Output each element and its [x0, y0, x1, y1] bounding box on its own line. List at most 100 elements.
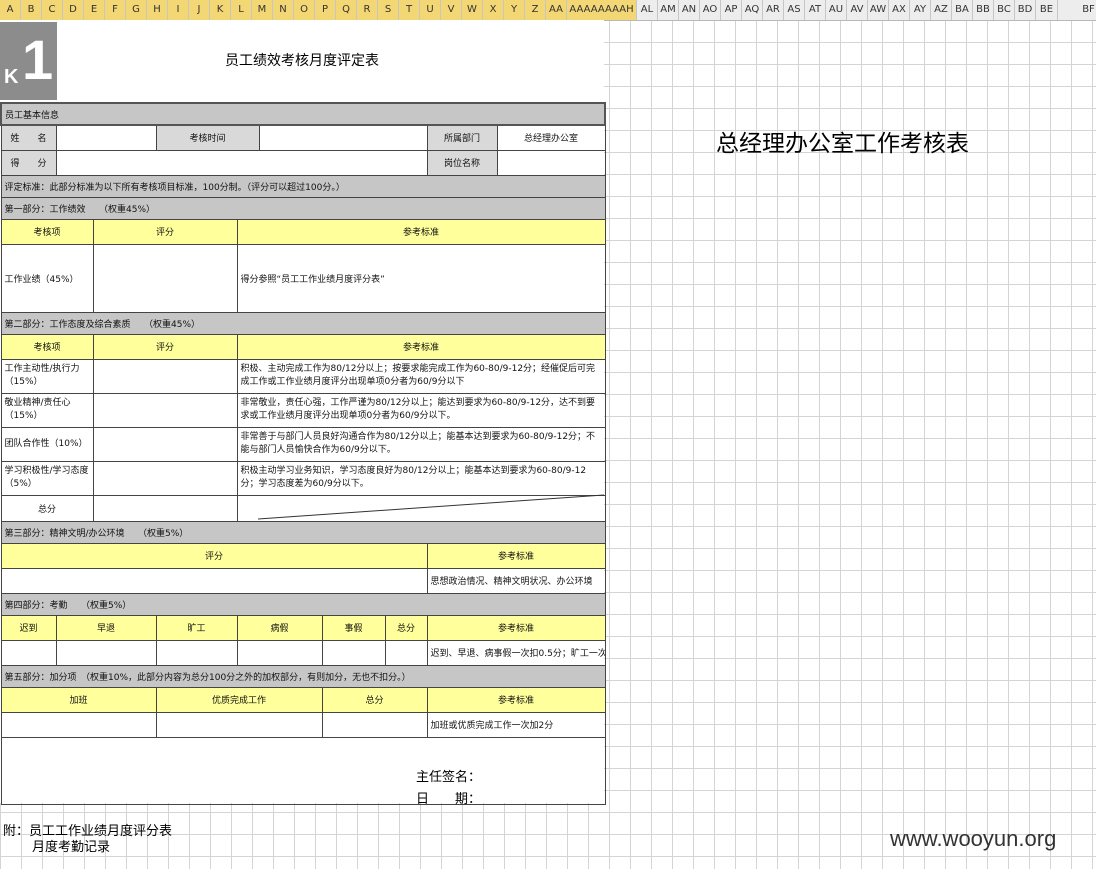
column-header-x[interactable]: X: [483, 0, 504, 20]
column-header-r[interactable]: R: [357, 0, 378, 20]
column-header-au[interactable]: AU: [826, 0, 847, 20]
column-header-p[interactable]: P: [315, 0, 336, 20]
column-header-y[interactable]: Y: [504, 0, 525, 20]
part2-ref: 非常善于与部门人员良好沟通合作为80/12分以上；能基本达到要求为60-80/9…: [236, 426, 606, 462]
part3-ref-header: 参考标准: [426, 542, 606, 569]
column-header-bc[interactable]: BC: [994, 0, 1015, 20]
column-header-ba[interactable]: BA: [952, 0, 973, 20]
column-header-ax[interactable]: AX: [889, 0, 910, 20]
total-diagonal-line: [258, 494, 604, 520]
supervisor-signature-label: 主任签名：: [416, 770, 482, 785]
column-header-l[interactable]: L: [231, 0, 252, 20]
part1-score-cell[interactable]: [92, 243, 238, 313]
column-header-ay[interactable]: AY: [910, 0, 931, 20]
part3-title: 第三部分：精神文明/办公环境 （权重5%）: [0, 520, 606, 544]
late-cell[interactable]: [0, 639, 57, 666]
column-header-a[interactable]: A: [0, 0, 21, 20]
part2-score-cell[interactable]: [92, 460, 238, 496]
part4-ref-header: 参考标准: [426, 614, 606, 641]
column-header-n[interactable]: N: [273, 0, 294, 20]
part1-item-header: 考核项: [0, 218, 94, 245]
column-header-z[interactable]: Z: [525, 0, 546, 20]
column-header-k[interactable]: K: [210, 0, 231, 20]
part2-total-cell[interactable]: [92, 494, 238, 522]
standard-note: 评定标准：此部分标准为以下所有考核项目标准，100分制。（评分可以超过100分。…: [0, 174, 606, 198]
part3-score-cell[interactable]: [0, 567, 428, 594]
column-header-b[interactable]: B: [21, 0, 42, 20]
column-header-an[interactable]: AN: [679, 0, 700, 20]
column-header-al[interactable]: AL: [637, 0, 658, 20]
column-header-as[interactable]: AS: [784, 0, 805, 20]
signature-area[interactable]: [0, 736, 606, 805]
watermark: www.wooyun.org: [890, 826, 1057, 851]
column-header-bd[interactable]: BD: [1015, 0, 1036, 20]
name-cell[interactable]: [55, 124, 157, 151]
early-leave-cell[interactable]: [55, 639, 157, 666]
column-header-s[interactable]: S: [378, 0, 399, 20]
column-header-i[interactable]: I: [168, 0, 189, 20]
date-label: 日 期：: [416, 792, 482, 807]
part2-ref: 积极主动学习业务知识，学习态度良好为80/12分以上；能基本达到要求为60-80…: [236, 460, 606, 496]
column-header-aa[interactable]: AA: [546, 0, 567, 20]
column-header-ar[interactable]: AR: [763, 0, 784, 20]
part2-score-cell[interactable]: [92, 426, 238, 462]
part2-item: 团队合作性（10%）: [0, 426, 94, 462]
part5-title: 第五部分：加分项 （权重10%，此部分内容为总分100分之外的加权部分，有则加分…: [0, 664, 606, 688]
column-header-ao[interactable]: AO: [700, 0, 721, 20]
appendix-line2: 月度考勤记录: [32, 840, 111, 855]
column-header-ap[interactable]: AP: [721, 0, 742, 20]
logo-1: 1: [22, 28, 54, 91]
column-header-bb[interactable]: BB: [973, 0, 994, 20]
quality-work-cell[interactable]: [155, 711, 323, 738]
column-header-t[interactable]: T: [399, 0, 420, 20]
overtime-cell[interactable]: [0, 711, 157, 738]
sick-leave-header: 病假: [236, 614, 323, 641]
absent-cell[interactable]: [155, 639, 238, 666]
column-header-g[interactable]: G: [126, 0, 147, 20]
part4-total-cell[interactable]: [384, 639, 428, 666]
column-header-v[interactable]: V: [441, 0, 462, 20]
column-header-az[interactable]: AZ: [931, 0, 952, 20]
sick-leave-cell[interactable]: [236, 639, 323, 666]
column-header-aw[interactable]: AW: [868, 0, 889, 20]
column-header-w[interactable]: W: [462, 0, 483, 20]
column-header-j[interactable]: J: [189, 0, 210, 20]
time-cell[interactable]: [258, 124, 428, 151]
column-header-d[interactable]: D: [63, 0, 84, 20]
column-header-o[interactable]: O: [294, 0, 315, 20]
form-title: 员工绩效考核月度评定表: [225, 53, 379, 69]
column-header-q[interactable]: Q: [336, 0, 357, 20]
k1-logo: K 1: [0, 22, 57, 100]
basic-info-section[interactable]: 员工基本信息: [0, 102, 607, 126]
personal-leave-cell[interactable]: [321, 639, 386, 666]
part2-score-header: 评分: [92, 333, 238, 360]
column-header-h[interactable]: H: [147, 0, 168, 20]
part2-score-cell[interactable]: [92, 392, 238, 428]
column-header-bar[interactable]: A B C D E F G H I J K L M N O P Q R S T U V W X Y Z AA AAAAAAAAH AL A…: [0, 0, 1096, 21]
part2-ref: 非常敬业，责任心强，工作严谨为80/12分以上；能达到要求为60-80/9-12…: [236, 392, 606, 428]
column-header-av[interactable]: AV: [847, 0, 868, 20]
part2-score-cell[interactable]: [92, 358, 238, 394]
column-header-aaaaaaaah[interactable]: AAAAAAAAH: [567, 0, 637, 20]
part4-total-header: 总分: [384, 614, 428, 641]
dept-value[interactable]: 总经理办公室: [496, 124, 606, 151]
early-leave-header: 早退: [55, 614, 157, 641]
column-header-c[interactable]: C: [42, 0, 63, 20]
part2-title: 第二部分：工作态度及综合素质 （权重45%）: [0, 311, 606, 335]
late-header: 迟到: [0, 614, 57, 641]
post-cell[interactable]: [496, 149, 606, 176]
column-header-be[interactable]: BE: [1036, 0, 1058, 20]
column-header-m[interactable]: M: [252, 0, 273, 20]
column-header-f[interactable]: F: [105, 0, 126, 20]
part5-total-cell[interactable]: [321, 711, 428, 738]
column-header-bf[interactable]: BF: [1058, 0, 1096, 20]
column-header-e[interactable]: E: [84, 0, 105, 20]
part2-item-header: 考核项: [0, 333, 94, 360]
column-header-u[interactable]: U: [420, 0, 441, 20]
column-header-aq[interactable]: AQ: [742, 0, 763, 20]
column-header-at[interactable]: AT: [805, 0, 826, 20]
column-header-am[interactable]: AM: [658, 0, 679, 20]
part5-ref: 加班或优质完成工作一次加2分: [426, 711, 606, 738]
score-cell[interactable]: [55, 149, 428, 176]
overtime-header: 加班: [0, 686, 157, 713]
